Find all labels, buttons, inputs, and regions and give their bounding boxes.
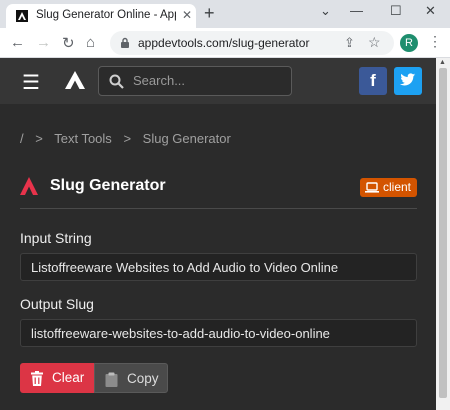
address-bar[interactable]: appdevtools.com/slug-generator ⇪ ☆ bbox=[110, 31, 394, 55]
browser-tab[interactable]: Slug Generator Online - AppDev ✕ bbox=[6, 4, 196, 28]
browser-toolbar: ← → ↻ ⌂ appdevtools.com/slug-generator ⇪… bbox=[0, 28, 450, 58]
input-string-field[interactable]: Listoffreeware Websites to Add Audio to … bbox=[20, 253, 417, 281]
output-slug-label: Output Slug bbox=[20, 296, 94, 312]
breadcrumb-root[interactable]: / bbox=[20, 131, 24, 146]
browser-menu-icon[interactable]: ⋮ bbox=[428, 33, 442, 50]
laptop-icon bbox=[365, 182, 379, 193]
share-icon[interactable]: ⇪ bbox=[344, 35, 355, 51]
browser-tab-strip: Slug Generator Online - AppDev ✕ + ⌄ — ☐… bbox=[0, 0, 450, 28]
client-badge: client bbox=[360, 178, 417, 197]
breadcrumb: / > Text Tools > Slug Generator bbox=[20, 131, 239, 146]
appdevtools-favicon-icon bbox=[16, 10, 28, 22]
close-window-icon[interactable]: ✕ bbox=[425, 3, 436, 19]
output-slug-value: listoffreeware-websites-to-add-audio-to-… bbox=[31, 326, 330, 341]
url-text: appdevtools.com/slug-generator bbox=[138, 36, 310, 50]
appdevtools-logo[interactable] bbox=[64, 70, 86, 90]
new-tab-icon[interactable]: + bbox=[204, 3, 215, 24]
close-tab-icon[interactable]: ✕ bbox=[182, 8, 192, 22]
reload-icon[interactable]: ↻ bbox=[62, 34, 75, 52]
home-icon[interactable]: ⌂ bbox=[86, 34, 95, 51]
lock-icon bbox=[121, 37, 129, 48]
search-input[interactable] bbox=[133, 73, 283, 88]
breadcrumb-separator-icon: > bbox=[123, 131, 132, 146]
maximize-icon[interactable]: ☐ bbox=[390, 3, 402, 19]
breadcrumb-slug-generator: Slug Generator bbox=[142, 131, 231, 146]
copy-button[interactable]: Copy bbox=[94, 363, 168, 393]
search-box[interactable] bbox=[98, 66, 292, 96]
profile-avatar[interactable]: R bbox=[400, 34, 418, 52]
forward-icon[interactable]: → bbox=[36, 34, 51, 51]
input-string-value: Listoffreeware Websites to Add Audio to … bbox=[31, 260, 339, 275]
page-scrollbar[interactable]: ▲ bbox=[436, 58, 450, 410]
back-icon[interactable]: ← bbox=[10, 34, 25, 51]
clipboard-icon bbox=[105, 372, 118, 387]
heading-divider bbox=[20, 208, 417, 209]
breadcrumb-separator-icon: > bbox=[35, 131, 43, 146]
scrollbar-thumb[interactable] bbox=[439, 68, 447, 398]
output-slug-field[interactable]: listoffreeware-websites-to-add-audio-to-… bbox=[20, 319, 417, 347]
twitter-icon[interactable] bbox=[394, 67, 422, 95]
page-title: Slug Generator bbox=[50, 177, 166, 194]
brand-logo-icon bbox=[20, 177, 38, 195]
hamburger-menu-icon[interactable]: ☰ bbox=[22, 70, 40, 95]
minimize-window-icon[interactable]: — bbox=[350, 3, 363, 18]
client-badge-label: client bbox=[383, 180, 412, 194]
breadcrumb-text-tools[interactable]: Text Tools bbox=[54, 131, 112, 146]
browser-tab-title: Slug Generator Online - AppDev bbox=[36, 9, 176, 21]
input-string-label: Input String bbox=[20, 230, 92, 246]
site-header: ☰ f bbox=[0, 58, 436, 104]
clear-button-label: Clear bbox=[52, 370, 85, 385]
copy-button-label: Copy bbox=[127, 371, 159, 386]
search-icon bbox=[109, 74, 124, 89]
clear-button[interactable]: Clear bbox=[20, 363, 94, 393]
trash-icon bbox=[31, 371, 43, 386]
minimize-icon[interactable]: ⌄ bbox=[320, 3, 331, 19]
scroll-up-arrow-icon[interactable]: ▲ bbox=[439, 59, 446, 66]
bookmark-star-icon[interactable]: ☆ bbox=[368, 34, 381, 51]
facebook-icon[interactable]: f bbox=[359, 67, 387, 95]
